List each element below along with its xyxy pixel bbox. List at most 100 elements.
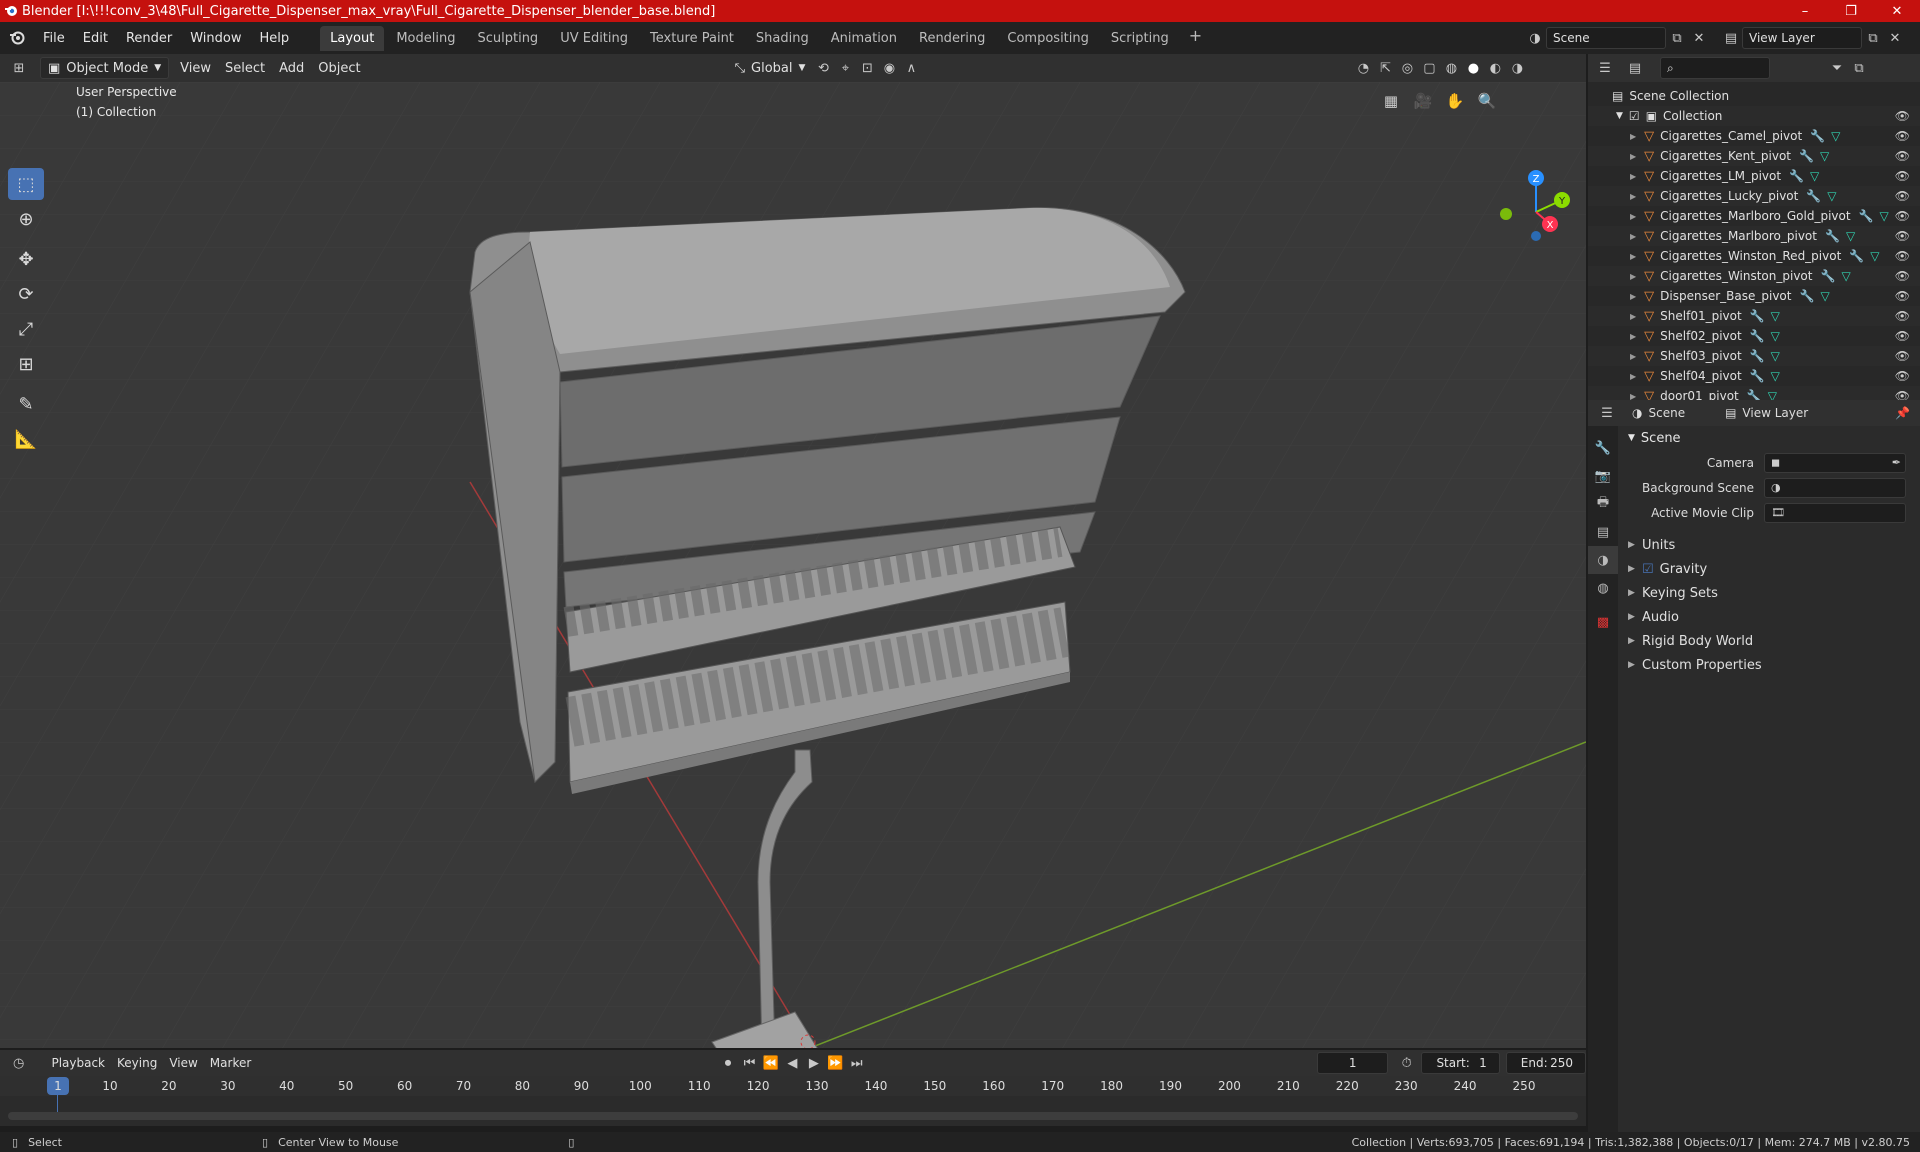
tab-shading[interactable]: Shading (746, 26, 819, 51)
mesh-icon[interactable]: ▽ (1870, 249, 1879, 263)
custom-properties-panel[interactable]: ▶ Custom Properties (1618, 653, 1920, 677)
transform-tool-icon[interactable]: ⊞ (8, 348, 44, 380)
move-tool-icon[interactable]: ✥ (8, 243, 44, 275)
snap-icon[interactable]: ⌖ (834, 57, 856, 79)
expand-arrow-icon[interactable]: ▶ (1630, 152, 1636, 161)
expand-arrow-icon[interactable]: ▶ (1630, 252, 1636, 261)
timeline-editor-type-icon[interactable]: ◷ (8, 1052, 29, 1074)
eye-icon[interactable]: 👁 (1895, 169, 1910, 183)
audio-panel[interactable]: ▶ Audio (1618, 605, 1920, 629)
outliner-object-row[interactable]: ▶ ▽ Cigarettes_LM_pivot 🔧 ▽ 👁 (1588, 166, 1920, 186)
wrench-icon[interactable]: 🔧 (1799, 149, 1814, 163)
filter-icon[interactable]: ⏷ (1826, 57, 1848, 79)
eye-icon[interactable]: 👁 (1895, 209, 1910, 223)
prev-keyframe-icon[interactable]: ⏪ (760, 1052, 781, 1074)
wrench-icon[interactable]: 🔧 (1859, 209, 1874, 223)
tab-rendering[interactable]: Rendering (909, 26, 995, 51)
tab-layout[interactable]: Layout (320, 25, 385, 51)
menu-file[interactable]: File (34, 31, 74, 46)
expand-arrow-icon[interactable]: ▶ (1630, 272, 1636, 281)
close-button[interactable]: ✕ (1874, 0, 1920, 22)
end-frame-field[interactable]: End: 250 (1505, 1052, 1587, 1074)
menu-help[interactable]: Help (251, 31, 299, 46)
render-tab-icon[interactable]: 📷 (1588, 462, 1618, 490)
wrench-icon[interactable]: 🔧 (1750, 369, 1765, 383)
expand-arrow-icon[interactable]: ▼ (1616, 111, 1623, 121)
gizmo-toggle-icon[interactable]: ⇱ (1374, 57, 1396, 79)
eye-icon[interactable]: 👁 (1895, 369, 1910, 383)
measure-tool-icon[interactable]: 📐 (8, 423, 44, 455)
outliner-collection[interactable]: ▼ ☑ ▣ Collection 👁 (1588, 106, 1920, 126)
menu-window[interactable]: Window (181, 31, 250, 46)
maximize-button[interactable]: ❐ (1828, 0, 1874, 22)
view-layer-field[interactable]: View Layer (1742, 27, 1862, 49)
blender-menu-icon[interactable] (0, 30, 34, 46)
mesh-icon[interactable]: ▽ (1820, 289, 1829, 303)
outliner-search-input[interactable]: ⌕ (1660, 57, 1770, 79)
marker-menu[interactable]: Marker (204, 1056, 257, 1070)
menu-edit[interactable]: Edit (74, 31, 117, 46)
start-frame-field[interactable]: Start: 1 (1421, 1052, 1500, 1074)
tab-texture-paint[interactable]: Texture Paint (640, 26, 744, 51)
expand-arrow-icon[interactable]: ▶ (1630, 212, 1636, 221)
jump-start-icon[interactable]: ⏮ (739, 1052, 760, 1074)
new-view-layer-icon[interactable]: ⧉ (1862, 27, 1884, 49)
outliner-object-row[interactable]: ▶ ▽ Shelf01_pivot 🔧 ▽ 👁 (1588, 306, 1920, 326)
zoom-icon[interactable]: 🔍 (1474, 88, 1500, 114)
playback-menu[interactable]: Playback (45, 1056, 111, 1070)
world-tab-icon[interactable]: ◍ (1588, 574, 1618, 602)
outliner-object-row[interactable]: ▶ ▽ Cigarettes_Camel_pivot 🔧 ▽ 👁 (1588, 126, 1920, 146)
wrench-icon[interactable]: 🔧 (1799, 289, 1814, 303)
timeline-scrollbar[interactable] (8, 1112, 1578, 1120)
scale-tool-icon[interactable]: ⤢ (8, 313, 44, 345)
eye-icon[interactable]: 👁 (1895, 249, 1910, 263)
wrench-icon[interactable]: 🔧 (1806, 189, 1821, 203)
camera-field[interactable]: ◼ ✒ (1764, 452, 1906, 473)
mesh-icon[interactable]: ▽ (1827, 189, 1836, 203)
view-layer-icon[interactable]: ▤ (1720, 27, 1742, 49)
expand-arrow-icon[interactable]: ▶ (1630, 372, 1636, 381)
eyedropper-icon[interactable]: ✒ (1892, 456, 1901, 469)
wrench-icon[interactable]: 🔧 (1750, 329, 1765, 343)
play-reverse-icon[interactable]: ◀ (782, 1052, 803, 1074)
annotate-tool-icon[interactable]: ✎ (8, 388, 44, 420)
mesh-icon[interactable]: ▽ (1846, 229, 1855, 243)
eye-icon[interactable]: 👁 (1895, 269, 1910, 283)
mesh-icon[interactable]: ▽ (1771, 329, 1780, 343)
outliner-object-row[interactable]: ▶ ▽ Shelf03_pivot 🔧 ▽ 👁 (1588, 346, 1920, 366)
xray-toggle-icon[interactable]: ▢ (1418, 57, 1440, 79)
next-keyframe-icon[interactable]: ⏩ (825, 1052, 846, 1074)
wrench-icon[interactable]: 🔧 (1825, 229, 1840, 243)
falloff-icon[interactable]: ∧ (900, 57, 922, 79)
record-icon[interactable]: ⏺ (717, 1052, 738, 1074)
properties-view-layer-tab[interactable]: View Layer (1742, 406, 1808, 420)
mesh-icon[interactable]: ▽ (1820, 149, 1829, 163)
tab-uv-editing[interactable]: UV Editing (550, 26, 638, 51)
wrench-icon[interactable]: 🔧 (1810, 129, 1825, 143)
outliner-object-row[interactable]: ▶ ▽ Cigarettes_Kent_pivot 🔧 ▽ 👁 (1588, 146, 1920, 166)
background-scene-field[interactable]: ◑ (1764, 477, 1906, 498)
tab-scripting[interactable]: Scripting (1101, 26, 1179, 51)
mesh-icon[interactable]: ▽ (1841, 269, 1850, 283)
cursor-tool-icon[interactable]: ⊕ (8, 203, 44, 235)
play-icon[interactable]: ▶ (803, 1052, 824, 1074)
mesh-icon[interactable]: ▽ (1771, 309, 1780, 323)
mesh-icon[interactable]: ▽ (1771, 369, 1780, 383)
tool-tab-icon[interactable]: 🔧 (1588, 434, 1618, 462)
pin-icon[interactable]: 📌 (1895, 406, 1910, 420)
outliner-object-row[interactable]: ▶ ▽ Shelf02_pivot 🔧 ▽ 👁 (1588, 326, 1920, 346)
menu-render[interactable]: Render (117, 31, 181, 46)
eye-icon[interactable]: 👁 (1895, 149, 1910, 163)
expand-arrow-icon[interactable]: ▶ (1630, 192, 1636, 201)
eye-icon[interactable]: 👁 (1895, 349, 1910, 363)
outliner-object-row[interactable]: ▶ ▽ Cigarettes_Lucky_pivot 🔧 ▽ 👁 (1588, 186, 1920, 206)
new-collection-icon[interactable]: ⧉ (1848, 57, 1870, 79)
add-workspace-button[interactable]: + (1181, 26, 1210, 51)
mesh-icon[interactable]: ▽ (1880, 209, 1889, 223)
mesh-icon[interactable]: ▽ (1831, 129, 1840, 143)
expand-arrow-icon[interactable]: ▶ (1630, 172, 1636, 181)
outliner-object-row[interactable]: ▶ ▽ Dispenser_Base_pivot 🔧 ▽ 👁 (1588, 286, 1920, 306)
eye-icon[interactable]: 👁 (1895, 229, 1910, 243)
overlay-toggle-icon[interactable]: ◎ (1396, 57, 1418, 79)
outliner-object-row[interactable]: ▶ ▽ Cigarettes_Winston_pivot 🔧 ▽ 👁 (1588, 266, 1920, 286)
